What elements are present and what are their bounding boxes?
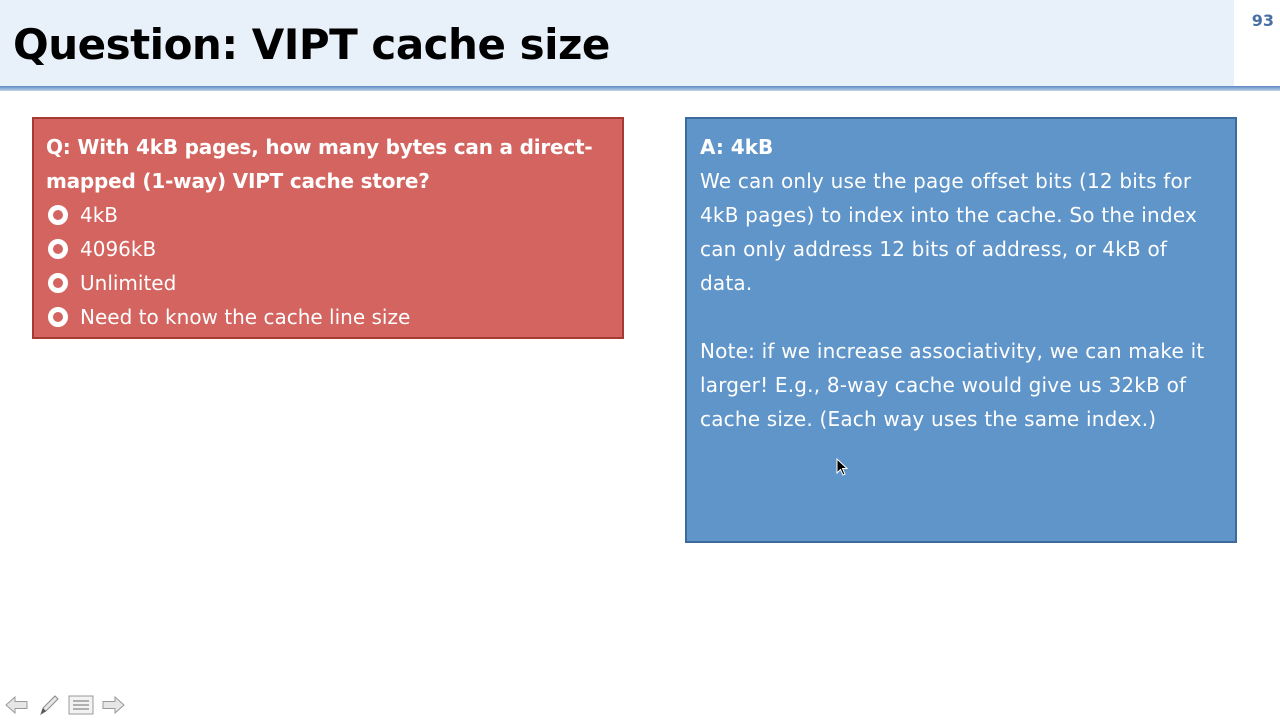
option-label: 4096kB [80, 237, 157, 261]
option-item[interactable]: 4kB [46, 198, 610, 232]
title-divider [0, 86, 1280, 91]
radio-icon[interactable] [48, 205, 68, 225]
arrow-right-icon [102, 696, 125, 714]
answer-heading: A: 4kB [700, 135, 774, 159]
option-item[interactable]: Unlimited [46, 266, 610, 300]
arrow-left-icon [5, 696, 28, 714]
radio-icon[interactable] [48, 307, 68, 327]
question-text: Q: With 4kB pages, how many bytes can a … [46, 135, 593, 193]
option-item[interactable]: 4096kB [46, 232, 610, 266]
option-item[interactable]: Need to know the cache line size [46, 300, 610, 334]
answer-note: Note: if we increase associativity, we c… [700, 339, 1205, 431]
slide-menu-button[interactable] [68, 693, 94, 717]
answer-explanation: We can only use the page offset bits (12… [700, 169, 1198, 295]
previous-slide-button[interactable] [4, 693, 30, 717]
question-box: Q: With 4kB pages, how many bytes can a … [32, 117, 624, 339]
radio-icon[interactable] [48, 273, 68, 293]
slide-title: Question: VIPT cache size [13, 20, 610, 69]
page-number: 93 [1251, 11, 1274, 30]
slide-navigation [4, 692, 126, 718]
option-label: Need to know the cache line size [80, 305, 411, 329]
options-list: 4kB 4096kB Unlimited Need to know the ca… [46, 198, 610, 334]
title-bar: Question: VIPT cache size 93 [0, 0, 1280, 88]
pen-icon [40, 695, 59, 716]
option-label: Unlimited [80, 271, 177, 295]
radio-icon[interactable] [48, 239, 68, 259]
menu-icon [68, 695, 94, 715]
mouse-pointer-icon [836, 458, 848, 476]
next-slide-button[interactable] [100, 693, 126, 717]
option-label: 4kB [80, 203, 119, 227]
answer-box: A: 4kB We can only use the page offset b… [685, 117, 1237, 543]
pen-tool-button[interactable] [36, 693, 62, 717]
